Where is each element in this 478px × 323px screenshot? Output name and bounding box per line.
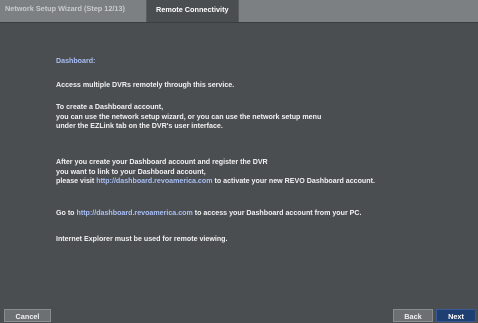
access-dashboard-line: Go to http://dashboard.revoamerica.com t… (56, 209, 362, 219)
register-line-3-prefix: please visit (56, 177, 97, 186)
register-line-3-suffix: to activate your new REVO Dashboard acco… (212, 177, 375, 186)
register-line-3: please visit http://dashboard.revoameric… (56, 177, 375, 187)
access-dashboard-suffix: to access your Dashboard account from yo… (192, 209, 362, 217)
next-button[interactable]: Next (436, 309, 476, 322)
back-button[interactable]: Back (393, 309, 433, 322)
dashboard-access-link[interactable]: http://dashboard.revoamerica.com (77, 209, 193, 217)
register-line-1: After you create your Dashboard account … (56, 158, 268, 166)
cancel-button[interactable]: Cancel (4, 309, 51, 322)
access-dashboard-prefix: Go to (56, 209, 77, 217)
create-account-line-3: under the EZLink tab on the DVR's user i… (56, 122, 223, 131)
register-line-2: you want to link to your Dashboard accou… (56, 167, 206, 176)
dashboard-activation-link[interactable]: http://dashboard.revoamerica.com (96, 177, 212, 185)
dashboard-heading: Dashboard: (56, 57, 96, 65)
tab-remote-connectivity: Remote Connectivity (146, 0, 239, 22)
create-account-line-2: you can use the network setup wizard, or… (56, 112, 322, 121)
tab-network-setup-wizard-step: Network Setup Wizard (Step 12/13) (5, 4, 125, 13)
create-account-line-1: To create a Dashboard account, (56, 103, 164, 111)
content-panel: Dashboard: Access multiple DVRs remotely… (0, 22, 478, 307)
tab-remote-connectivity-label: Remote Connectivity (156, 5, 229, 14)
button-bar: Cancel Back Next (0, 307, 478, 323)
network-setup-wizard-window: Network Setup Wizard (Step 12/13) Remote… (0, 0, 478, 323)
intro-text: Access multiple DVRs remotely through th… (56, 81, 235, 89)
title-bar: Network Setup Wizard (Step 12/13) Remote… (0, 0, 478, 23)
browser-requirement-text: Internet Explorer must be used for remot… (56, 235, 228, 243)
